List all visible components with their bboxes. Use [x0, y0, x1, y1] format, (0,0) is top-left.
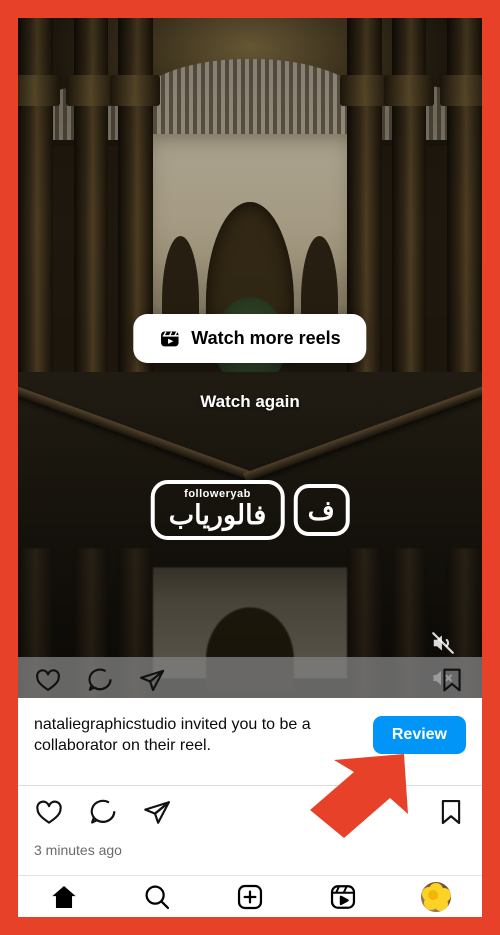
reel-action-strip: [18, 657, 482, 698]
phone-screen: Watch more reels Watch again followeryab…: [18, 18, 482, 917]
watch-more-reels-button[interactable]: Watch more reels: [133, 314, 367, 363]
reels-icon: [159, 328, 180, 349]
reels-icon: [329, 883, 357, 911]
reel-video[interactable]: Watch more reels Watch again followeryab…: [18, 18, 482, 698]
bottom-tab-bar: [18, 876, 482, 917]
home-icon: [50, 883, 78, 911]
tab-create[interactable]: [223, 876, 277, 917]
annotated-screenshot-frame: Watch more reels Watch again followeryab…: [0, 0, 500, 935]
comment-icon[interactable]: [86, 666, 114, 694]
heart-icon[interactable]: [34, 666, 62, 694]
invite-message: nataliegraphicstudio invited you to be a…: [34, 716, 311, 755]
search-icon: [143, 883, 171, 911]
watermark-plate: followeryab فالوریاب: [150, 480, 285, 540]
share-paper-plane-icon[interactable]: [138, 666, 166, 694]
watch-more-reels-label: Watch more reels: [191, 328, 341, 348]
collaborator-invite-card: nataliegraphicstudio invited you to be a…: [18, 698, 482, 773]
muted-speaker-icon: [426, 626, 460, 660]
bookmark-icon[interactable]: [438, 666, 466, 694]
comment-icon[interactable]: [88, 797, 118, 827]
watermark-latin-text: followeryab: [184, 488, 251, 500]
watch-again-button[interactable]: Watch again: [200, 392, 300, 412]
review-button[interactable]: Review: [372, 716, 466, 755]
post-timestamp: 3 minutes ago: [34, 842, 122, 858]
tab-home[interactable]: [37, 876, 91, 917]
heart-icon[interactable]: [34, 797, 64, 827]
watermark-logo-mark: ف: [293, 484, 350, 536]
followeryab-watermark: followeryab فالوریاب ف: [150, 480, 350, 540]
tab-profile[interactable]: [409, 876, 463, 917]
post-action-row: [18, 786, 482, 838]
bookmark-icon[interactable]: [436, 797, 466, 827]
share-paper-plane-icon[interactable]: [142, 797, 172, 827]
plus-square-icon: [236, 883, 264, 911]
tab-search[interactable]: [130, 876, 184, 917]
tab-reels[interactable]: [316, 876, 370, 917]
avatar-icon: [420, 881, 451, 912]
watermark-persian-text: فالوریاب: [168, 500, 267, 530]
